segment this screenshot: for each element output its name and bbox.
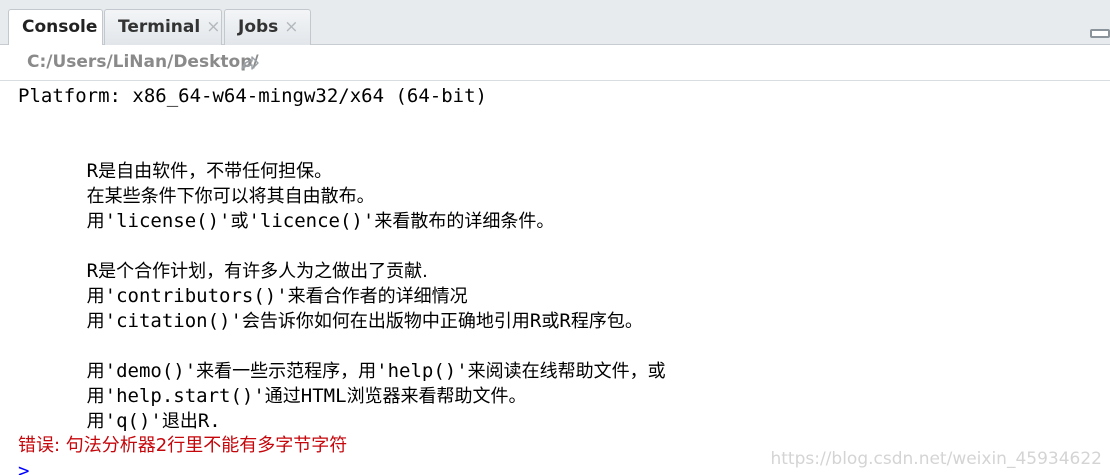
console-output[interactable]: Platform: x86_64-w64-mingw32/x64 (64-bit… — [0, 81, 1110, 475]
console-prompt[interactable]: > — [18, 459, 29, 475]
minimize-pane-icon[interactable] — [1090, 29, 1110, 38]
tab-jobs[interactable]: Jobs × — [224, 9, 311, 45]
console-error-message: 错误: 句法分析器2行里不能有多字节字符 — [18, 435, 348, 456]
watermark-text: https://blog.csdn.net/weixin_45934622 — [770, 449, 1102, 469]
pane-tab-bar: Console Terminal × Jobs × — [0, 0, 1110, 46]
close-icon[interactable]: × — [206, 10, 220, 44]
rstudio-console-pane: Console Terminal × Jobs × C:/Users/LiNan/D… — [0, 0, 1110, 475]
console-platform-line: Platform: x86_64-w64-mingw32/x64 (64-bit… — [18, 85, 487, 107]
tab-console[interactable]: Console — [8, 9, 103, 46]
working-directory-bar: C:/Users/LiNan/Desktop/ — [0, 45, 1110, 81]
tab-jobs-label: Jobs — [238, 17, 279, 37]
go-to-directory-icon[interactable] — [240, 55, 260, 71]
tab-terminal[interactable]: Terminal × — [104, 9, 222, 45]
close-icon[interactable]: × — [284, 10, 298, 44]
tab-terminal-label: Terminal — [118, 17, 201, 37]
working-directory-path: C:/Users/LiNan/Desktop/ — [27, 52, 259, 72]
tab-console-label: Console — [22, 17, 98, 37]
